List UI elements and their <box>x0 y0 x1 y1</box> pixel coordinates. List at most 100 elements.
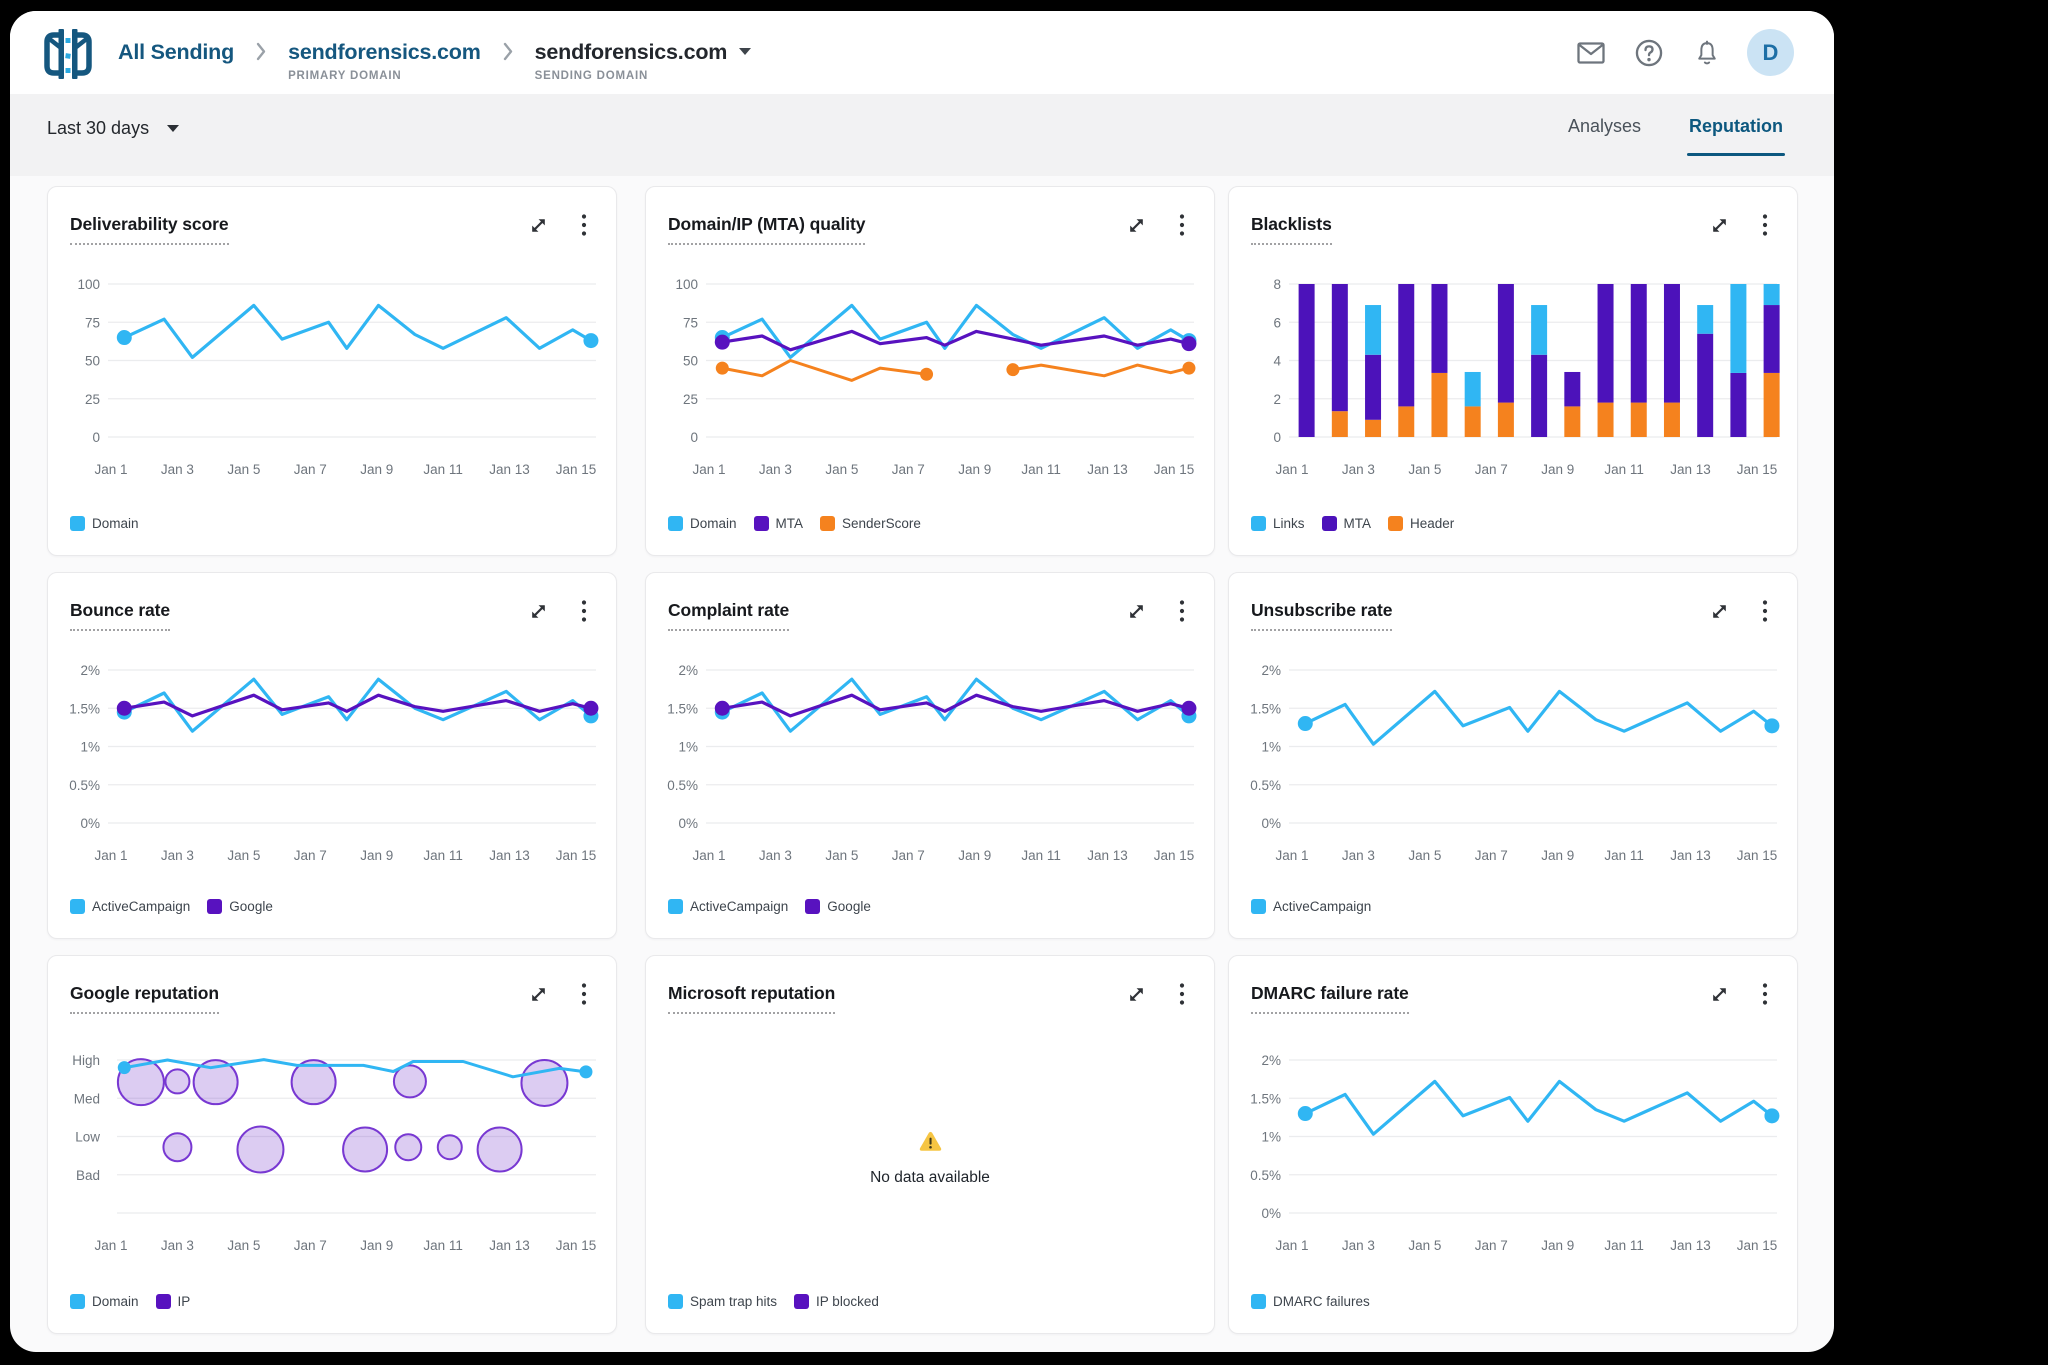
warning-icon <box>919 1131 942 1152</box>
legend-label: Spam trap hits <box>690 1294 777 1309</box>
x-tick-label: Jan 13 <box>1670 462 1711 477</box>
tabs: Analyses Reputation <box>1566 94 1785 176</box>
date-range-select[interactable]: Last 30 days <box>47 114 179 142</box>
app-window: All Sending sendforensics.com PRIMARY DO… <box>10 11 1834 1352</box>
card-domain-ip-mta-quality: Domain/IP (MTA) qualityDomainMTASenderSc… <box>645 186 1215 556</box>
x-tick-label: Jan 1 <box>94 1238 127 1253</box>
legend-label: IP blocked <box>816 1294 879 1309</box>
bar-segment-mta <box>1631 284 1647 403</box>
x-tick-label: Jan 7 <box>892 462 925 477</box>
x-tick-label: Jan 1 <box>692 462 725 477</box>
bar-segment-mta <box>1398 284 1414 406</box>
y-tick-label: 2% <box>1261 663 1281 678</box>
card-blacklists: BlacklistsLinksMTAHeader02468Jan 1Jan 3J… <box>1228 186 1798 556</box>
y-tick-label: 0.5% <box>667 778 698 793</box>
breadcrumb-all-sending[interactable]: All Sending <box>118 40 234 65</box>
y-tick-label: 1% <box>1261 1130 1281 1145</box>
breadcrumb-label[interactable]: sendforensics.com <box>288 40 481 65</box>
breadcrumb-sublabel: SENDING DOMAIN <box>535 70 752 82</box>
x-tick-label: Jan 1 <box>1275 462 1308 477</box>
caret-down-icon[interactable] <box>739 48 751 55</box>
data-point-dot <box>1182 362 1195 375</box>
legend-item[interactable]: IP blocked <box>794 1294 879 1309</box>
y-tick-label: 0 <box>690 430 698 445</box>
help-icon[interactable] <box>1631 35 1667 71</box>
y-tick-label: 0.5% <box>1250 1168 1281 1183</box>
y-tick-label: Bad <box>76 1168 100 1183</box>
x-tick-label: Jan 7 <box>1475 462 1508 477</box>
bubble-ip <box>438 1135 462 1159</box>
breadcrumb-sending-domain[interactable]: sendforensics.com SENDING DOMAIN <box>535 40 752 82</box>
kebab-menu-icon[interactable] <box>1172 984 1192 1004</box>
bar-segment-mta <box>1365 355 1381 420</box>
line-series-domain <box>124 1060 586 1077</box>
x-tick-label: Jan 3 <box>161 1238 194 1253</box>
data-point-dot <box>715 335 730 350</box>
y-tick-label: 2% <box>80 663 100 678</box>
breadcrumb-label[interactable]: All Sending <box>118 40 234 65</box>
breadcrumb-sublabel: PRIMARY DOMAIN <box>288 70 481 82</box>
bar-segment-mta <box>1598 284 1614 403</box>
avatar[interactable]: D <box>1747 29 1794 76</box>
chart-plot: 0255075100Jan 1Jan 3Jan 5Jan 7Jan 9Jan 1… <box>48 187 618 557</box>
data-point-dot <box>117 330 132 345</box>
x-tick-label: Jan 3 <box>1342 462 1375 477</box>
data-point-dot <box>1298 1106 1313 1121</box>
tab-analyses[interactable]: Analyses <box>1566 94 1643 158</box>
mail-icon[interactable] <box>1573 35 1609 71</box>
x-tick-label: Jan 15 <box>556 1238 597 1253</box>
y-tick-label: 1.5% <box>1250 1091 1281 1106</box>
bar-segment-header <box>1431 373 1447 437</box>
date-range-value[interactable]: Last 30 days <box>47 118 149 139</box>
x-tick-label: Jan 1 <box>1275 848 1308 863</box>
tab-reputation[interactable]: Reputation <box>1687 94 1785 158</box>
x-tick-label: Jan 13 <box>489 462 530 477</box>
bubble-ip <box>343 1128 387 1172</box>
card-google-reputation: Google reputationDomainIPHighMedLowBadJa… <box>47 955 617 1334</box>
y-tick-label: 0 <box>92 430 100 445</box>
data-point-dot <box>118 1061 131 1074</box>
chevron-right-icon <box>256 40 266 63</box>
data-point-dot <box>715 701 730 716</box>
y-tick-label: 1% <box>80 740 100 755</box>
x-tick-label: Jan 3 <box>759 848 792 863</box>
x-tick-label: Jan 3 <box>161 462 194 477</box>
chart-plot: 0255075100Jan 1Jan 3Jan 5Jan 7Jan 9Jan 1… <box>646 187 1216 557</box>
bar-segment-mta <box>1299 284 1315 437</box>
legend-item[interactable]: Spam trap hits <box>668 1294 777 1309</box>
x-tick-label: Jan 11 <box>1021 462 1061 477</box>
y-tick-label: 50 <box>85 354 100 369</box>
bar-segment-mta <box>1730 373 1746 437</box>
breadcrumb-label[interactable]: sendforensics.com <box>535 40 728 64</box>
x-tick-label: Jan 11 <box>1604 462 1644 477</box>
expand-icon[interactable] <box>1126 984 1146 1004</box>
x-tick-label: Jan 9 <box>1541 462 1574 477</box>
x-tick-label: Jan 11 <box>423 1238 463 1253</box>
y-tick-label: 0% <box>80 816 100 831</box>
bar-segment-header <box>1598 403 1614 437</box>
x-tick-label: Jan 15 <box>1154 848 1195 863</box>
bar-segment-mta <box>1564 372 1580 406</box>
x-tick-label: Jan 15 <box>1737 462 1778 477</box>
x-tick-label: Jan 13 <box>1087 462 1128 477</box>
bar-segment-mta <box>1664 284 1680 403</box>
x-tick-label: Jan 7 <box>1475 848 1508 863</box>
x-tick-label: Jan 7 <box>1475 1238 1508 1253</box>
legend-swatch <box>794 1294 809 1309</box>
x-tick-label: Jan 5 <box>825 848 858 863</box>
sendforensics-logo[interactable] <box>40 26 96 82</box>
x-tick-label: Jan 9 <box>1541 848 1574 863</box>
bar-segment-links <box>1465 372 1481 406</box>
x-tick-label: Jan 1 <box>692 848 725 863</box>
y-tick-label: 0.5% <box>1250 778 1281 793</box>
y-tick-label: 100 <box>77 277 100 292</box>
card-complaint-rate: Complaint rateActiveCampaignGoogle0%0.5%… <box>645 572 1215 939</box>
x-tick-label: Jan 9 <box>958 462 991 477</box>
y-tick-label: 0% <box>1261 816 1281 831</box>
breadcrumb-primary-domain[interactable]: sendforensics.com PRIMARY DOMAIN <box>288 40 481 82</box>
y-tick-label: High <box>72 1053 100 1068</box>
y-tick-label: 2% <box>678 663 698 678</box>
x-tick-label: Jan 11 <box>1604 848 1644 863</box>
notifications-icon[interactable] <box>1689 35 1725 71</box>
bar-segment-header <box>1498 403 1514 437</box>
